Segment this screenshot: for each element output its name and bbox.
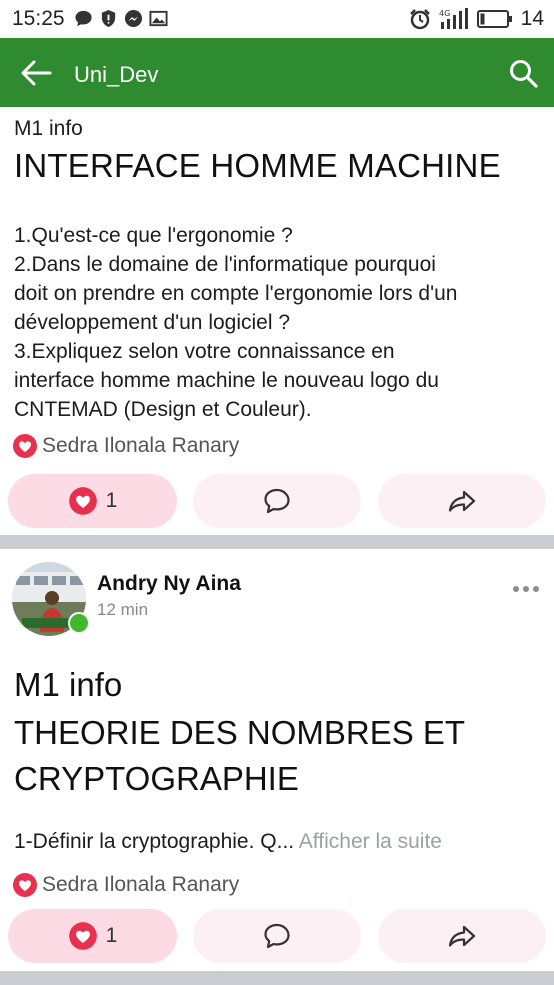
post-body: 1.Qu'est-ce que l'ergonomie ? 2.Dans le … bbox=[14, 221, 544, 424]
post-card: Andry Ny Aina 12 min M1 info THEORIE DES… bbox=[0, 550, 554, 985]
more-options-icon[interactable] bbox=[512, 584, 540, 594]
post-time[interactable]: 12 min bbox=[97, 600, 148, 620]
post-tag: M1 info bbox=[14, 666, 123, 703]
heart-icon bbox=[68, 487, 97, 515]
search-icon[interactable] bbox=[508, 58, 538, 88]
like-count: 1 bbox=[105, 924, 118, 947]
like-button[interactable]: 1 bbox=[8, 909, 177, 963]
notification-icons bbox=[74, 9, 168, 28]
reactions-summary[interactable]: Sedra Ilonala Ranary bbox=[12, 872, 239, 898]
heart-reaction-icon bbox=[13, 434, 37, 458]
like-count: 1 bbox=[105, 489, 118, 512]
action-bar: 1 bbox=[8, 909, 546, 963]
share-arrow-icon bbox=[448, 925, 476, 947]
post-body-line: 1.Qu'est-ce que l'ergonomie ? bbox=[14, 224, 293, 247]
reactions-summary[interactable]: Sedra Ilonala Ranary bbox=[12, 433, 239, 459]
status-time: 15:25 bbox=[12, 7, 65, 30]
battery-icon bbox=[476, 10, 512, 28]
post-title-line: THEORIE DES NOMBRES ET bbox=[14, 714, 466, 751]
messenger-icon bbox=[124, 9, 143, 28]
post-title: THEORIE DES NOMBRES ET CRYPTOGRAPHIE bbox=[14, 710, 465, 802]
battery-percent: 14 bbox=[520, 7, 544, 30]
post-title: INTERFACE HOMME MACHINE bbox=[14, 147, 501, 184]
comment-icon bbox=[264, 488, 290, 514]
shield-icon bbox=[101, 9, 116, 28]
see-more-link[interactable]: Afficher la suite bbox=[299, 830, 442, 853]
post-snippet: 1-Définir la cryptographie. Q... Affiche… bbox=[14, 830, 442, 854]
post-body-line: CNTEMAD (Design et Couleur). bbox=[14, 398, 312, 421]
post-body-line: développement d'un logiciel ? bbox=[14, 311, 291, 334]
post-card: M1 info INTERFACE HOMME MACHINE 1.Qu'est… bbox=[0, 107, 554, 535]
comment-icon bbox=[264, 923, 290, 949]
image-icon bbox=[149, 10, 168, 27]
share-button[interactable] bbox=[378, 474, 546, 528]
post-snippet-text: 1-Définir la cryptographie. Q... bbox=[14, 830, 299, 853]
heart-reaction-icon bbox=[13, 873, 37, 897]
action-bar: 1 bbox=[8, 474, 546, 528]
chat-bubble-icon bbox=[75, 10, 92, 27]
comment-button[interactable] bbox=[193, 474, 361, 528]
like-button[interactable]: 1 bbox=[8, 474, 177, 528]
app-bar: Uni_Dev bbox=[0, 38, 554, 107]
system-icons: 4G 14 bbox=[409, 7, 544, 31]
post-body-line: 3.Expliquez selon votre connaissance en bbox=[14, 340, 395, 363]
alarm-icon bbox=[409, 9, 430, 30]
signal-icon: 4G bbox=[439, 8, 468, 29]
status-bar: 15:25 4G 14 bbox=[0, 0, 554, 38]
post-divider bbox=[0, 535, 554, 549]
post-body-line: interface homme machine le nouveau logo … bbox=[14, 369, 439, 392]
group-title: Uni_Dev bbox=[74, 62, 159, 87]
reactor-name: Sedra Ilonala Ranary bbox=[42, 434, 240, 457]
post-body-line: 2.Dans le domaine de l'informatique pour… bbox=[14, 253, 436, 276]
heart-icon bbox=[68, 922, 97, 950]
post-title-line: CRYPTOGRAPHIE bbox=[14, 760, 299, 797]
share-arrow-icon bbox=[448, 490, 476, 512]
post-divider bbox=[0, 971, 554, 985]
online-status-dot bbox=[68, 612, 90, 634]
reactor-name: Sedra Ilonala Ranary bbox=[42, 873, 240, 896]
share-button[interactable] bbox=[378, 909, 546, 963]
post-body-line: doit on prendre en compte l'ergonomie lo… bbox=[14, 282, 458, 305]
post-tag: M1 info bbox=[14, 117, 83, 140]
author-name[interactable]: Andry Ny Aina bbox=[97, 572, 241, 596]
comment-button[interactable] bbox=[193, 909, 361, 963]
network-type: 4G bbox=[439, 9, 450, 18]
back-arrow-icon[interactable] bbox=[20, 59, 52, 87]
